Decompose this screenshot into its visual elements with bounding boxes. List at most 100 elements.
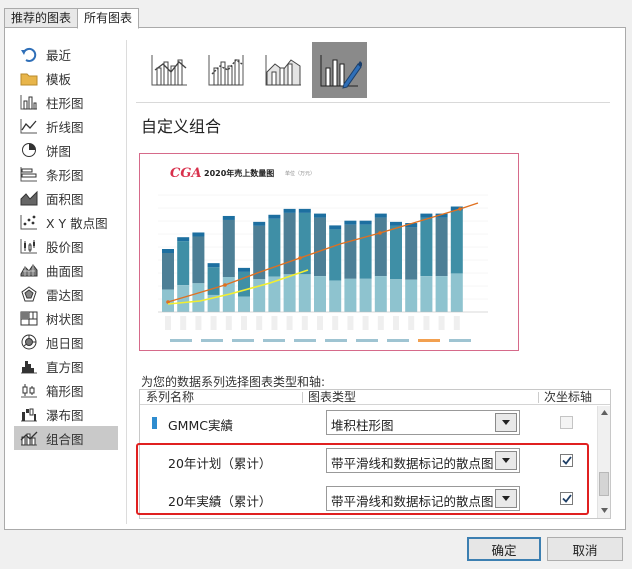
combo-subtype-row (141, 42, 367, 98)
chart-type-select[interactable]: 带平滑线和数据标记的散点图 (326, 486, 520, 511)
chevron-down-icon[interactable] (495, 413, 517, 432)
sidebar-item-label: 曲面图 (46, 263, 84, 279)
chart-type-list: 最近模板柱形图 折线图 饼图 条形图面积图 X Y 散点图 股价图曲面图雷达图树状图 旭日图… (14, 42, 118, 450)
preview-legend-item (449, 339, 471, 342)
scroll-down-icon[interactable] (600, 506, 609, 514)
preview-tick-label (195, 316, 202, 330)
sidebar-item-line-chart[interactable]: 折线图 (14, 114, 118, 138)
sidebar-item-label: 模板 (46, 71, 72, 87)
sidebar-item-label: X Y 散点图 (46, 215, 108, 231)
chart-type-select[interactable]: 带平滑线和数据标记的散点图 (326, 448, 520, 473)
sidebar-item-label: 瀑布图 (46, 407, 84, 423)
scroll-up-icon[interactable] (600, 408, 609, 416)
preview-legend-item (325, 339, 347, 342)
preview-marker (298, 256, 302, 260)
preview-bar (344, 220, 357, 225)
scroll-thumb[interactable] (599, 472, 609, 496)
sidebar-item-area-chart[interactable]: 面积图 (14, 186, 118, 210)
subtype-clustered-column-line[interactable] (141, 42, 196, 98)
preview-bar (329, 225, 342, 230)
preview-chart-graphic (158, 194, 488, 342)
preview-tick-label (317, 316, 323, 330)
sidebar-item-label: 雷达图 (46, 287, 84, 303)
sidebar-item-waterfall-chart[interactable]: 瀑布图 (14, 402, 118, 426)
preview-bar (374, 213, 387, 218)
sidebar-item-sunburst-chart[interactable]: 旭日图 (14, 330, 118, 354)
chevron-down-icon[interactable] (495, 451, 517, 470)
preview-tick-label (286, 316, 293, 330)
sidebar-item-column-chart[interactable]: 柱形图 (14, 90, 118, 114)
folder-icon (20, 70, 38, 86)
line-chart-icon (20, 118, 38, 134)
sidebar-item-label: 组合图 (46, 431, 84, 447)
secondary-axis-checkbox[interactable] (560, 454, 573, 467)
chevron-down-icon[interactable] (495, 489, 517, 508)
preview-tick-label (271, 316, 278, 330)
series-table-header: 系列名称 图表类型 次坐标轴 (140, 390, 610, 405)
recent-icon (20, 46, 38, 62)
preview-bar (207, 267, 220, 295)
secondary-axis-checkbox[interactable] (560, 492, 573, 505)
series-table-scrollbar[interactable] (597, 406, 610, 518)
preview-bar (192, 283, 205, 312)
clustered-column-line-icon (151, 55, 187, 86)
secondary-axis-checkbox[interactable] (560, 416, 573, 429)
section-title: 自定义组合 (141, 117, 222, 136)
sidebar-item-pie-chart[interactable]: 饼图 (14, 138, 118, 162)
pie-chart-icon (20, 142, 38, 158)
preview-bar (192, 236, 205, 284)
preview-bar (238, 267, 250, 272)
cancel-button[interactable]: 取消 (547, 537, 623, 561)
preview-tick-label (438, 316, 445, 330)
preview-legend-item (294, 339, 316, 342)
sidebar-item-bar-chart[interactable]: 条形图 (14, 162, 118, 186)
column-chart-icon (20, 94, 38, 110)
preview-unit: 单位（万元） (285, 171, 316, 177)
sidebar-item-treemap-chart[interactable]: 树状图 (14, 306, 118, 330)
checkmark-icon (561, 494, 572, 503)
preview-bar (450, 210, 463, 274)
preview-bar (390, 221, 402, 226)
preview-bar (359, 224, 372, 279)
preview-bar (177, 237, 190, 242)
sidebar-item-surface-chart[interactable]: 曲面图 (14, 258, 118, 282)
preview-legend-item (170, 339, 192, 342)
preview-bar (344, 224, 357, 279)
subtype-stacked-area-column[interactable] (255, 42, 310, 98)
sidebar-item-label: 箱形图 (46, 383, 84, 399)
sidebar-item-box-chart[interactable]: 箱形图 (14, 378, 118, 402)
preview-bar (162, 253, 174, 290)
ok-button[interactable]: 确定 (467, 537, 541, 561)
series-name: 20年计划（累计） (168, 456, 272, 471)
preview-tick-label (165, 316, 171, 330)
brand-logo: CGA (170, 166, 202, 181)
sidebar-item-scatter-chart[interactable]: X Y 散点图 (14, 210, 118, 234)
sidebar-item-histogram-chart[interactable]: 直方图 (14, 354, 118, 378)
stock-chart-icon (20, 238, 38, 254)
subtype-custom-combo[interactable] (312, 42, 367, 98)
sidebar-item-folder[interactable]: 模板 (14, 66, 118, 90)
preview-bar (298, 212, 311, 275)
preview-marker (378, 231, 382, 235)
tab-recommended-charts[interactable]: 推荐的图表 (4, 8, 79, 28)
preview-legend-item (232, 339, 254, 342)
preview-tick-label (241, 316, 247, 330)
sidebar-item-combo-chart[interactable]: 组合图 (14, 426, 118, 450)
chart-preview: CGA 2020年売上数量图 单位（万元） (139, 153, 519, 351)
sidebar-item-stock-chart[interactable]: 股价图 (14, 234, 118, 258)
sidebar-item-radar-chart[interactable]: 雷达图 (14, 282, 118, 306)
preview-bar (283, 274, 296, 312)
sidebar-item-label: 股价图 (46, 239, 84, 255)
preview-bar (390, 279, 402, 312)
sidebar-item-label: 面积图 (46, 191, 84, 207)
sidebar-item-recent[interactable]: 最近 (14, 42, 118, 66)
subtype-clustered-column-line-secondary[interactable] (198, 42, 253, 98)
preview-bar (329, 280, 342, 312)
chart-type-select[interactable]: 堆积柱形图 (326, 410, 520, 435)
preview-legend-item (263, 339, 285, 342)
chart-type-value: 带平滑线和数据标记的散点图 (331, 494, 494, 509)
preview-tick-label (332, 316, 339, 330)
clustered-column-line-secondary-icon (208, 55, 243, 86)
tab-all-charts[interactable]: 所有图表 (77, 8, 140, 29)
preview-bar (162, 249, 174, 253)
